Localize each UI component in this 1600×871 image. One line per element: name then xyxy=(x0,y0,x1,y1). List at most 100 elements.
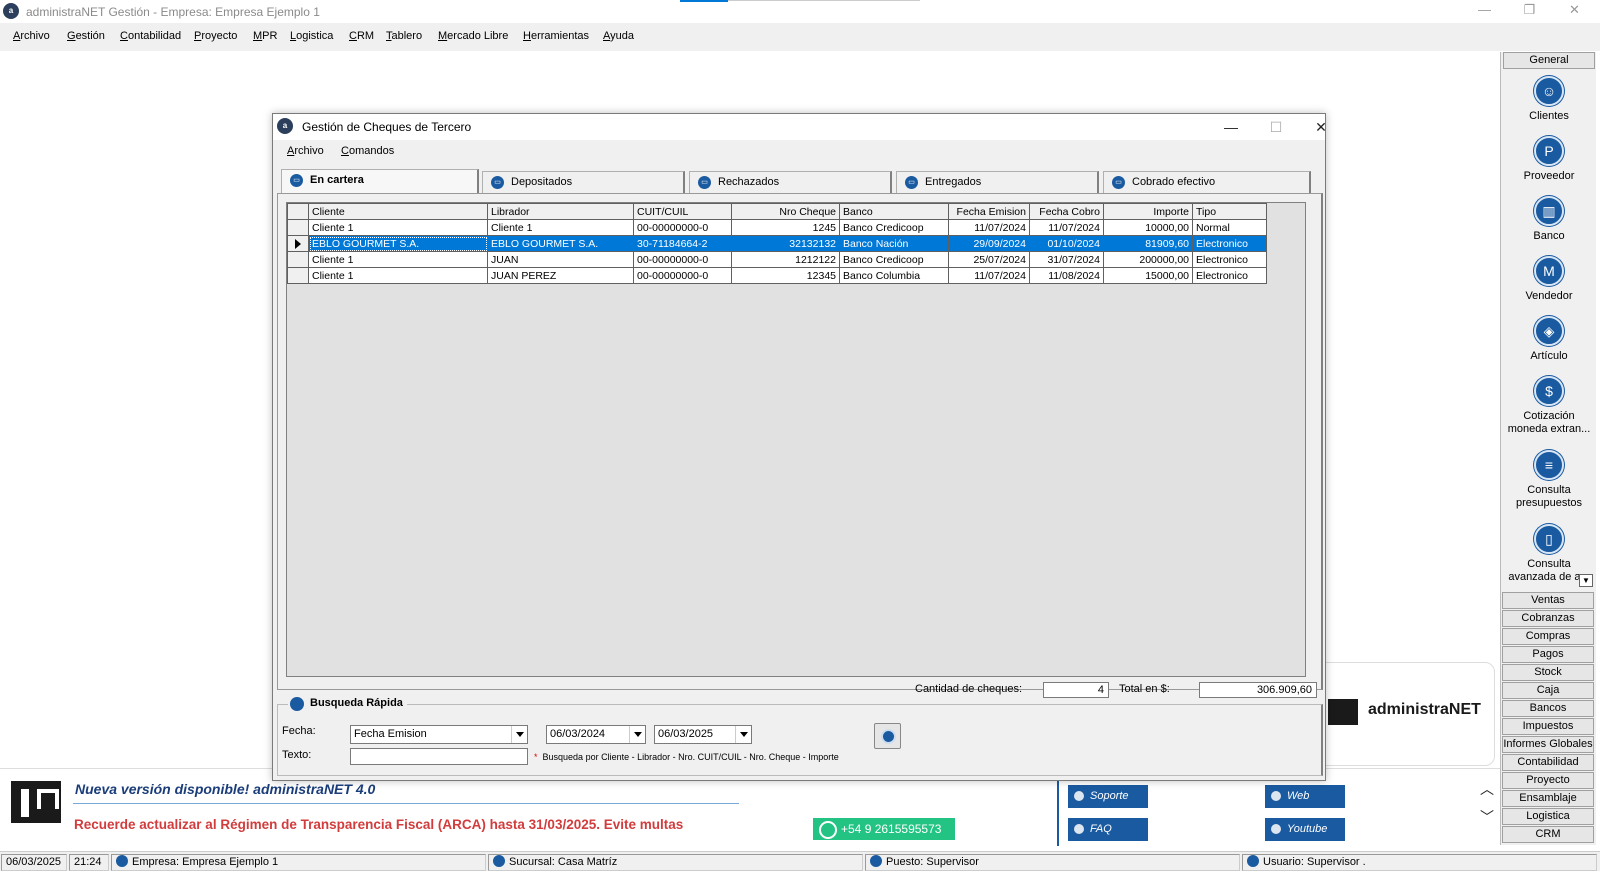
chevron-up-icon[interactable]: ︿ xyxy=(1478,779,1496,797)
fecha-type-select[interactable]: Fecha Emision xyxy=(350,725,528,744)
sidebar-impuestos[interactable]: Impuestos xyxy=(1502,718,1594,735)
sidebar-cobranzas[interactable]: Cobranzas xyxy=(1502,610,1594,627)
cell-banco[interactable]: Banco Nación xyxy=(839,235,949,252)
sidebar-stock[interactable]: Stock xyxy=(1502,664,1594,681)
cell-fecha-cobro[interactable]: 11/08/2024 xyxy=(1029,267,1104,284)
cell-tipo[interactable]: Electronico xyxy=(1192,235,1267,252)
faq-button[interactable]: FAQ xyxy=(1068,818,1148,841)
col-fecha-emision[interactable]: Fecha Emision xyxy=(948,203,1030,220)
cell-nro-cheque[interactable]: 1212122 xyxy=(731,251,840,268)
sidebar-item-banco[interactable]: ▥ Banco xyxy=(1503,196,1595,243)
sidebar-item-proveedor[interactable]: P Proveedor xyxy=(1503,136,1595,183)
menu-mercado-libre[interactable]: Mercado Libre xyxy=(438,30,508,42)
tab-rechazados[interactable]: ▭ Rechazados xyxy=(689,171,892,193)
cell-importe[interactable]: 81909,60 xyxy=(1103,235,1193,252)
cell-librador[interactable]: JUAN PEREZ xyxy=(487,267,634,284)
sidebar-item-articulo[interactable]: ◈ Artículo xyxy=(1503,316,1595,363)
table-row[interactable]: Cliente 1 Cliente 1 00-00000000-0 1245 B… xyxy=(287,219,1267,236)
cell-fecha-emision[interactable]: 11/07/2024 xyxy=(948,219,1030,236)
cell-nro-cheque[interactable]: 32132132 xyxy=(731,235,840,252)
cell-tipo[interactable]: Electronico xyxy=(1192,267,1267,284)
dropdown-arrow-icon[interactable] xyxy=(735,726,751,743)
web-button[interactable]: Web xyxy=(1265,785,1345,808)
cell-banco[interactable]: Banco Credicoop xyxy=(839,251,949,268)
sidebar-item-vendedor[interactable]: M Vendedor xyxy=(1503,256,1595,303)
tab-cobrado-efectivo[interactable]: ▭ Cobrado efectivo xyxy=(1103,171,1311,193)
menu-ayuda[interactable]: Ayuda xyxy=(603,30,634,42)
cell-fecha-emision[interactable]: 11/07/2024 xyxy=(948,267,1030,284)
dropdown-arrow-icon[interactable] xyxy=(511,726,527,743)
menu-tablero[interactable]: Tablero xyxy=(386,30,422,42)
menu-logistica[interactable]: Logistica xyxy=(290,30,333,42)
search-button[interactable] xyxy=(874,723,901,749)
close-icon[interactable]: ✕ xyxy=(1552,0,1597,22)
table-row[interactable]: Cliente 1 JUAN PEREZ 00-00000000-0 12345… xyxy=(287,267,1267,284)
sidebar-proyecto[interactable]: Proyecto xyxy=(1502,772,1594,789)
cell-librador[interactable]: Cliente 1 xyxy=(487,219,634,236)
menu-gestion[interactable]: Gestión xyxy=(67,30,105,42)
menu-herramientas[interactable]: Herramientas xyxy=(523,30,589,42)
whatsapp-button[interactable]: +54 9 2615595573 xyxy=(813,818,955,840)
sidebar-crm[interactable]: CRM xyxy=(1502,826,1594,843)
dialog-menu-comandos[interactable]: Comandos xyxy=(341,145,394,157)
date-from-picker[interactable]: 06/03/2024 xyxy=(546,725,646,744)
banner-news[interactable]: Nueva versión disponible! administraNET … xyxy=(75,781,375,797)
cell-importe[interactable]: 200000,00 xyxy=(1103,251,1193,268)
col-tipo[interactable]: Tipo xyxy=(1192,203,1267,220)
menu-contabilidad[interactable]: Contabilidad xyxy=(120,30,181,42)
sidebar-ventas[interactable]: Ventas xyxy=(1502,592,1594,609)
cell-fecha-emision[interactable]: 29/09/2024 xyxy=(948,235,1030,252)
cell-cliente[interactable]: Cliente 1 xyxy=(308,219,488,236)
cell-tipo[interactable]: Normal xyxy=(1192,219,1267,236)
cell-cliente[interactable]: EBLO GOURMET S.A. xyxy=(308,235,488,252)
cell-cliente[interactable]: Cliente 1 xyxy=(308,251,488,268)
sidebar-logistica[interactable]: Logistica xyxy=(1502,808,1594,825)
cell-cliente[interactable]: Cliente 1 xyxy=(308,267,488,284)
tab-depositados[interactable]: ▭ Depositados xyxy=(482,171,685,193)
menu-archivo[interactable]: Archivo xyxy=(13,30,50,42)
cell-librador[interactable]: JUAN xyxy=(487,251,634,268)
cell-fecha-cobro[interactable]: 11/07/2024 xyxy=(1029,219,1104,236)
sidebar-bancos[interactable]: Bancos xyxy=(1502,700,1594,717)
cell-nro-cheque[interactable]: 1245 xyxy=(731,219,840,236)
sidebar-contabilidad[interactable]: Contabilidad xyxy=(1502,754,1594,771)
cell-fecha-cobro[interactable]: 31/07/2024 xyxy=(1029,251,1104,268)
cell-importe[interactable]: 10000,00 xyxy=(1103,219,1193,236)
sidebar-compras[interactable]: Compras xyxy=(1502,628,1594,645)
cell-nro-cheque[interactable]: 12345 xyxy=(731,267,840,284)
minimize-icon[interactable]: — xyxy=(1462,0,1507,22)
cell-cuit[interactable]: 00-00000000-0 xyxy=(633,251,732,268)
soporte-button[interactable]: Soporte xyxy=(1068,785,1148,808)
dialog-close-icon[interactable]: ✕ xyxy=(1301,116,1341,138)
restore-icon[interactable]: ❐ xyxy=(1507,0,1552,22)
dialog-maximize-icon[interactable]: ☐ xyxy=(1256,116,1296,138)
cell-tipo[interactable]: Electronico xyxy=(1192,251,1267,268)
col-importe[interactable]: Importe xyxy=(1103,203,1193,220)
cell-cuit[interactable]: 00-00000000-0 xyxy=(633,267,732,284)
menu-proyecto[interactable]: Proyecto xyxy=(194,30,237,42)
sidebar-pagos[interactable]: Pagos xyxy=(1502,646,1594,663)
col-cliente[interactable]: Cliente xyxy=(308,203,488,220)
date-to-picker[interactable]: 06/03/2025 xyxy=(654,725,752,744)
cell-banco[interactable]: Banco Columbia xyxy=(839,267,949,284)
cell-cuit[interactable]: 30-71184664-2 xyxy=(633,235,732,252)
tab-en-cartera[interactable]: ▭ En cartera xyxy=(281,169,479,193)
dropdown-arrow-icon[interactable] xyxy=(629,726,645,743)
sidebar-caja[interactable]: Caja xyxy=(1502,682,1594,699)
menu-crm[interactable]: CRM xyxy=(349,30,374,42)
sidebar-header-general[interactable]: General xyxy=(1503,52,1595,69)
youtube-button[interactable]: Youtube xyxy=(1265,818,1345,841)
dialog-minimize-icon[interactable]: — xyxy=(1211,116,1251,138)
cell-importe[interactable]: 15000,00 xyxy=(1103,267,1193,284)
texto-input[interactable] xyxy=(350,748,528,765)
col-librador[interactable]: Librador xyxy=(487,203,634,220)
cell-fecha-cobro[interactable]: 01/10/2024 xyxy=(1029,235,1104,252)
chevron-down-icon[interactable]: ﹀ xyxy=(1478,807,1496,825)
cell-banco[interactable]: Banco Credicoop xyxy=(839,219,949,236)
table-row[interactable]: Cliente 1 JUAN 00-00000000-0 1212122 Ban… xyxy=(287,251,1267,268)
col-cuit[interactable]: CUIT/CUIL xyxy=(633,203,732,220)
dialog-menu-archivo[interactable]: Archivo xyxy=(287,145,324,157)
cell-librador[interactable]: EBLO GOURMET S.A. xyxy=(487,235,634,252)
sidebar-item-cotizacion[interactable]: $ Cotización moneda extran... xyxy=(1503,376,1595,436)
sidebar-item-consulta-presupuestos[interactable]: ≡ Consulta presupuestos xyxy=(1503,450,1595,510)
